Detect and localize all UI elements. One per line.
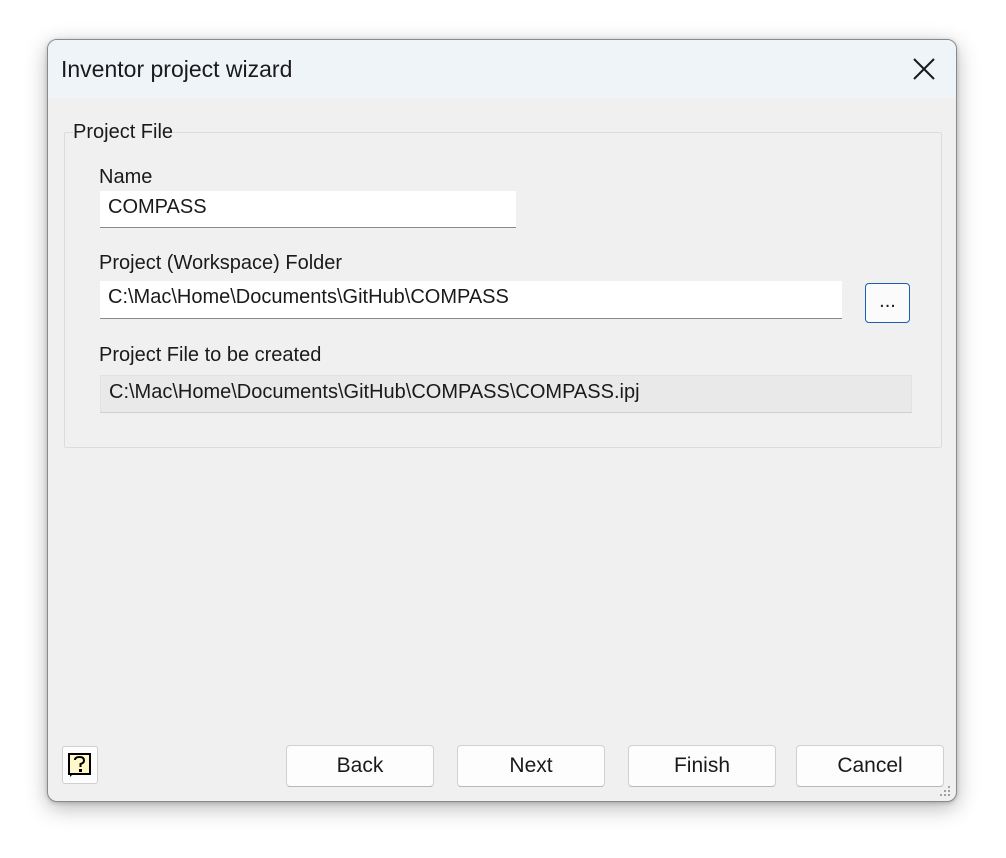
name-label: Name: [99, 166, 153, 188]
finish-button[interactable]: Finish: [628, 745, 776, 787]
close-icon: [913, 58, 935, 80]
help-icon: [68, 753, 91, 777]
project-file-group-legend: Project File: [73, 121, 174, 144]
help-button[interactable]: [62, 746, 98, 784]
title-bar[interactable]: Inventor project wizard: [48, 40, 956, 98]
resize-grip-icon[interactable]: [938, 784, 952, 798]
close-button[interactable]: [894, 40, 952, 98]
window-title: Inventor project wizard: [61, 56, 293, 82]
project-file-path-field: C:\Mac\Home\Documents\GitHub\COMPASS\COM…: [100, 375, 912, 413]
name-input[interactable]: COMPASS: [100, 191, 516, 228]
project-wizard-dialog: Inventor project wizard Project File Nam…: [47, 39, 957, 802]
next-button[interactable]: Next: [457, 745, 605, 787]
back-button[interactable]: Back: [286, 745, 434, 787]
cancel-button[interactable]: Cancel: [796, 745, 944, 787]
folder-label: Project (Workspace) Folder: [99, 252, 343, 274]
browse-folder-button[interactable]: ...: [865, 283, 910, 323]
folder-input[interactable]: C:\Mac\Home\Documents\GitHub\COMPASS: [100, 281, 842, 319]
project-file-label: Project File to be created: [99, 344, 322, 366]
